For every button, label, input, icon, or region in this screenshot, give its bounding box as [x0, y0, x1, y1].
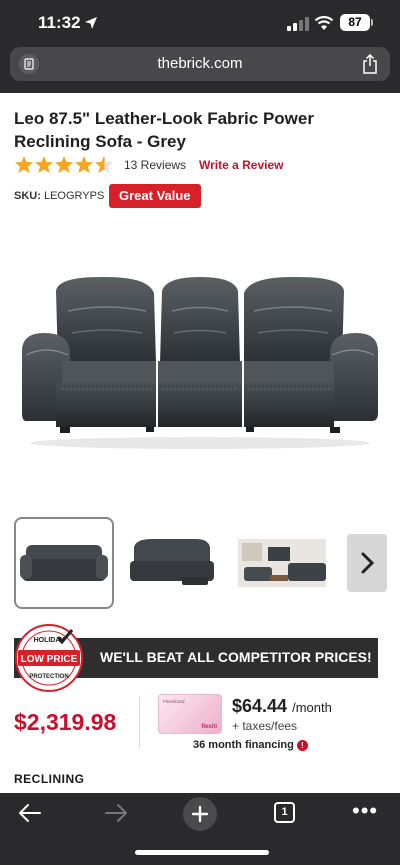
browser-top-chrome: 11:32 87 thebrick.com — [0, 0, 400, 93]
write-review-link[interactable]: Write a Review — [199, 158, 283, 172]
card-label: FlexitiCard — [163, 699, 185, 704]
sku-value: LEOGRYPS — [43, 190, 105, 202]
price-divider — [139, 697, 140, 749]
cellular-signal-icon — [287, 17, 309, 31]
thumbnail-1[interactable] — [14, 517, 114, 609]
tab-switcher-button[interactable]: 1 — [274, 802, 295, 823]
star-rating[interactable] — [14, 155, 114, 175]
taxes-note: + taxes/fees — [232, 719, 298, 733]
star-icon — [15, 156, 33, 173]
url-text[interactable]: thebrick.com — [10, 55, 390, 72]
section-heading: RECLINING — [14, 772, 85, 786]
thumbnail-2[interactable] — [122, 517, 222, 609]
product-price: $2,319.98 — [14, 709, 117, 735]
battery-indicator: 87 — [340, 14, 370, 31]
sku-label: SKU: — [14, 190, 41, 202]
product-title: Leo 87.5" Leather-Look Fabric Power Recl… — [14, 109, 314, 151]
location-arrow-icon — [85, 17, 97, 29]
status-time: 11:32 — [38, 13, 81, 32]
card-brand: flexiti — [201, 724, 217, 730]
room-scene-thumbnail — [238, 539, 326, 587]
forward-arrow-icon[interactable] — [104, 803, 128, 823]
monthly-unit: /month — [292, 700, 332, 715]
battery-tip — [371, 19, 373, 26]
page-content: Leo 87.5" Leather-Look Fabric Power Recl… — [0, 93, 400, 793]
seal-main-text: LOW PRICE — [21, 654, 78, 665]
monthly-payment: $64.44 /month — [232, 696, 332, 717]
monthly-amount: $64.44 — [232, 696, 288, 716]
sofa-angle-thumbnail — [130, 539, 214, 585]
share-icon[interactable] — [362, 54, 378, 74]
plus-icon — [191, 805, 209, 823]
thumbnail-3[interactable] — [234, 517, 334, 609]
price-beat-text: WE'LL BEAT ALL COMPETITOR PRICES! — [100, 649, 372, 665]
half-star-icon — [95, 156, 113, 173]
low-price-protection-seal: LOW PRICE HOLIDAY PROTECTION — [14, 623, 84, 693]
home-indicator — [135, 850, 269, 855]
sofa-front-thumbnail — [20, 545, 108, 581]
financing-term[interactable]: 36 month financing! — [193, 739, 308, 751]
address-bar[interactable]: thebrick.com — [10, 47, 390, 81]
more-menu-icon[interactable]: ••• — [352, 800, 378, 822]
star-icon — [35, 156, 53, 173]
thumbnail-next-button[interactable] — [347, 534, 387, 592]
sku: SKU: LEOGRYPS — [14, 190, 104, 202]
new-tab-button[interactable] — [183, 797, 217, 831]
product-image[interactable] — [16, 271, 384, 451]
thumbnail-strip — [14, 517, 400, 609]
chevron-right-icon — [361, 552, 375, 574]
seal-bottom-text: PROTECTION — [29, 674, 68, 680]
great-value-badge: Great Value — [109, 184, 201, 208]
back-arrow-icon[interactable] — [18, 803, 42, 823]
star-icon — [55, 156, 73, 173]
star-icon — [75, 156, 93, 173]
financing-text: 36 month financing — [193, 739, 294, 751]
info-icon[interactable]: ! — [296, 740, 308, 751]
flexiti-card-image: FlexitiCard flexiti — [158, 694, 222, 734]
wifi-icon — [314, 16, 334, 30]
review-count[interactable]: 13 Reviews — [124, 158, 186, 172]
status-bar: 11:32 87 — [0, 0, 400, 46]
